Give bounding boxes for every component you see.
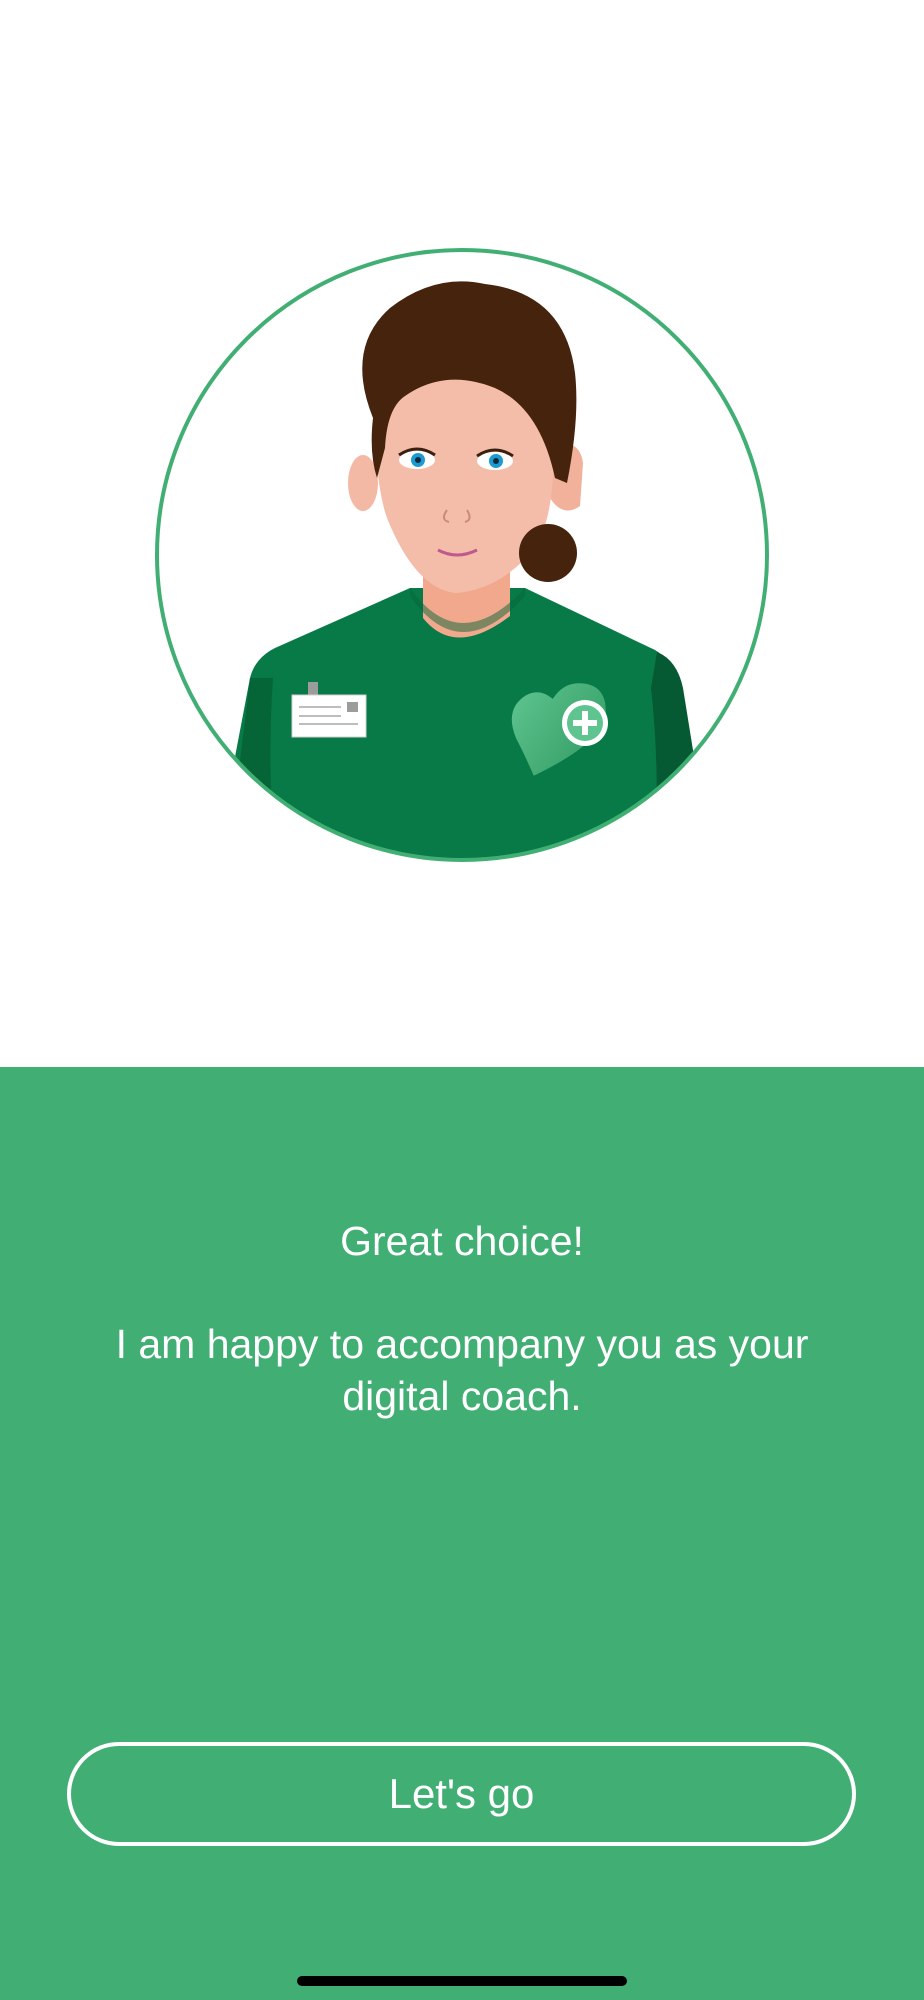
- home-indicator[interactable]: [297, 1976, 627, 1986]
- message-panel: Great choice! I am happy to accompany yo…: [0, 1067, 924, 2000]
- coach-message-text: I am happy to accompany you as your digi…: [115, 1321, 809, 1419]
- headline-text: Great choice!: [340, 1218, 584, 1264]
- coach-avatar-icon: [155, 248, 769, 862]
- avatar-section: [0, 0, 924, 1067]
- lets-go-button[interactable]: Let's go: [67, 1742, 856, 1846]
